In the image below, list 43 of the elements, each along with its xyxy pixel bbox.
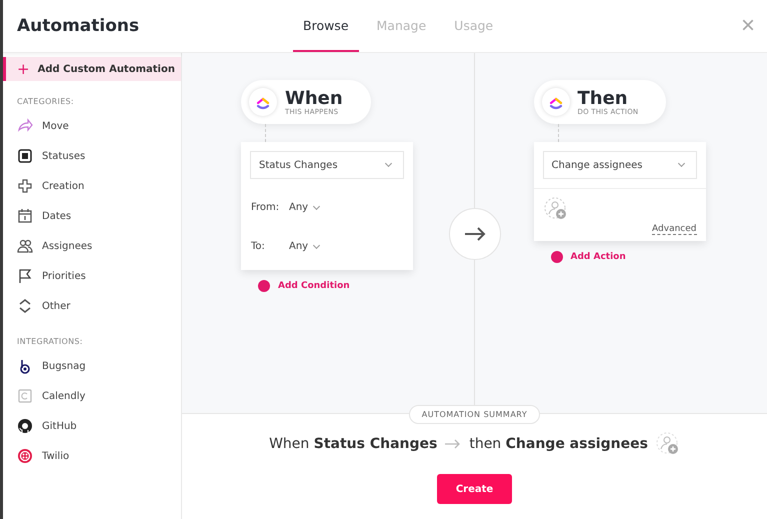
value-dropdown[interactable]: Any xyxy=(289,241,320,252)
plus-icon xyxy=(17,178,33,194)
step-title: Then xyxy=(578,88,629,108)
value-dropdown[interactable]: Any xyxy=(289,202,320,213)
arrows-icon xyxy=(17,298,33,314)
calendar-icon xyxy=(17,208,33,224)
calendar-icon xyxy=(17,388,33,404)
arrow-icon xyxy=(445,439,462,449)
category-item[interactable]: Creation xyxy=(42,180,84,192)
window-title: Automations xyxy=(17,16,140,36)
field-label: From: xyxy=(251,202,280,213)
section-heading: CATEGORIES: xyxy=(17,97,75,106)
people-icon xyxy=(17,238,33,254)
category-item[interactable]: Other xyxy=(42,300,70,312)
section-heading: INTEGRATIONS: xyxy=(17,337,84,346)
category-item[interactable]: Assignees xyxy=(42,240,92,252)
add-automation-button[interactable]: + Add Custom Automation xyxy=(3,57,181,81)
category-item[interactable]: Calendly xyxy=(42,390,86,402)
flag-icon xyxy=(17,268,33,284)
add-link[interactable]: Add Action xyxy=(550,251,626,263)
category-item[interactable]: Bugsnag xyxy=(42,360,86,372)
create-button[interactable]: Create xyxy=(437,474,512,504)
category-item[interactable]: Priorities xyxy=(42,270,86,282)
add-assignee-icon xyxy=(656,432,680,456)
square-icon xyxy=(17,148,33,164)
add-link[interactable]: Add Condition xyxy=(258,280,350,292)
category-item[interactable]: Twilio xyxy=(42,450,70,462)
circle-icon xyxy=(17,448,33,464)
summary-text: then Change assignees xyxy=(469,436,648,452)
dropdown[interactable]: Status Changes xyxy=(250,151,404,179)
step-title: When xyxy=(285,88,343,108)
logo-icon xyxy=(249,88,277,116)
category-item[interactable]: Statuses xyxy=(42,150,86,162)
category-item[interactable]: Move xyxy=(42,120,69,132)
logo-icon xyxy=(542,88,570,116)
summary-heading: AUTOMATION SUMMARY xyxy=(408,405,540,424)
dropdown[interactable]: Change assignees xyxy=(542,151,696,179)
category-item[interactable]: Dates xyxy=(42,210,72,222)
summary-text: When Status Changes xyxy=(269,436,438,452)
advanced-link[interactable]: Advanced xyxy=(652,224,696,235)
field-label: To: xyxy=(251,241,266,252)
arrow-icon xyxy=(17,118,33,134)
category-item[interactable]: GitHub xyxy=(42,420,77,432)
